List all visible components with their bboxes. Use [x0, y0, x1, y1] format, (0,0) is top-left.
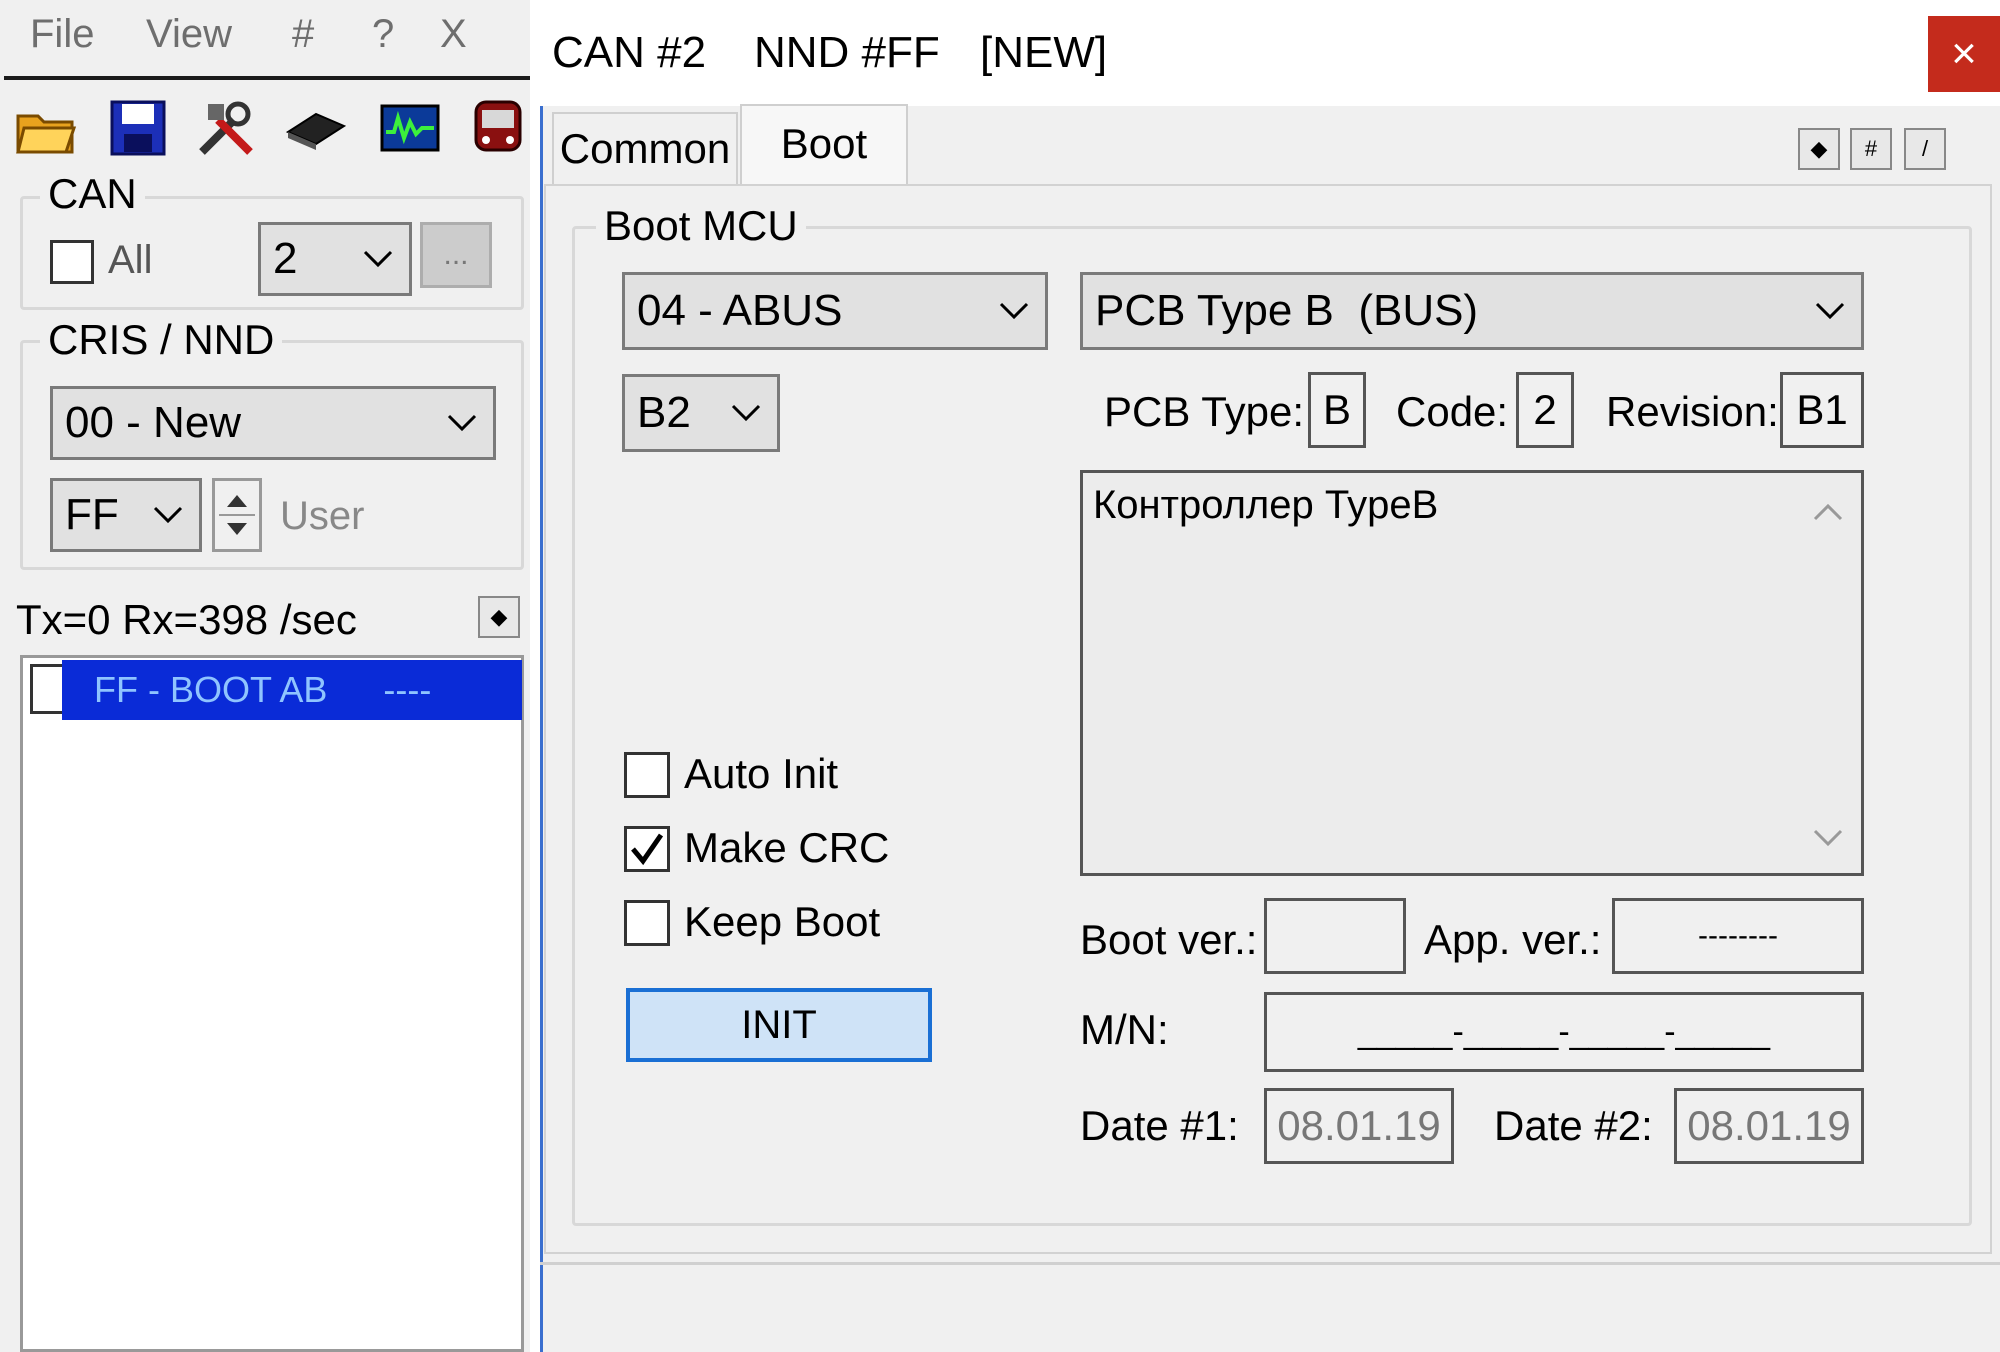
- auto-init-label: Auto Init: [684, 750, 839, 797]
- tool-button-hash[interactable]: #: [1850, 128, 1892, 170]
- node-spinner[interactable]: [212, 478, 262, 552]
- chevron-down-icon: [447, 414, 477, 432]
- boot-mcu-title: Boot MCU: [596, 202, 806, 250]
- boot-ver-field: [1264, 898, 1406, 974]
- chevron-down-icon: [731, 404, 761, 422]
- mcu-select[interactable]: 04 - ABUS: [622, 272, 1048, 350]
- menu-view[interactable]: View: [146, 12, 232, 57]
- date2-label: Date #2:: [1494, 1102, 1653, 1149]
- can-all-label: All: [108, 238, 153, 282]
- keep-boot-checkbox[interactable]: [624, 900, 670, 946]
- description-textarea[interactable]: Контроллер TypeB: [1080, 470, 1864, 876]
- menu-exit[interactable]: X: [440, 12, 467, 57]
- open-folder-icon[interactable]: [14, 96, 78, 160]
- mn-label: M/N:: [1080, 1006, 1169, 1053]
- user-label: User: [280, 494, 365, 538]
- chevron-down-icon: [363, 250, 393, 268]
- tab-common[interactable]: Common: [552, 112, 738, 184]
- pcb-type-select-value: PCB Type B (BUS): [1095, 286, 1479, 335]
- keep-boot-label: Keep Boot: [684, 898, 881, 945]
- can-all-checkbox[interactable]: [50, 240, 94, 284]
- date1-field[interactable]: 08.01.19: [1264, 1088, 1454, 1164]
- tool-button-diamond[interactable]: ◆: [1798, 128, 1840, 170]
- status-separator: [540, 1262, 2000, 1265]
- init-button[interactable]: INIT: [626, 988, 932, 1062]
- node-row-label: FF - BOOT AB: [94, 669, 328, 710]
- revision-select-value: B2: [637, 388, 691, 437]
- date2-field[interactable]: 08.01.19: [1674, 1088, 1864, 1164]
- revision-select[interactable]: B2: [622, 374, 780, 452]
- revision-label: Revision:: [1606, 388, 1779, 435]
- dialog-title-nnd: NND #FF: [754, 28, 940, 77]
- spinner-arrows-icon: [219, 495, 255, 535]
- oscilloscope-icon[interactable]: [378, 96, 442, 160]
- app-ver-label: App. ver.:: [1424, 916, 1602, 963]
- mn-field: _____-_____-_____-_____: [1264, 992, 1864, 1072]
- scroll-up-icon[interactable]: [1813, 503, 1843, 521]
- stats-toggle-button[interactable]: ◆: [478, 596, 520, 638]
- tools-icon[interactable]: [194, 96, 258, 160]
- menu-separator: [4, 76, 530, 80]
- dialog-title-can: CAN #2: [552, 28, 707, 77]
- pcb-type-label: PCB Type:: [1104, 388, 1304, 435]
- menu-help[interactable]: ?: [372, 12, 394, 57]
- chevron-down-icon: [1815, 302, 1845, 320]
- node-row-status: ----: [383, 669, 432, 710]
- pcb-type-field: B: [1308, 372, 1366, 448]
- cris-group-title: CRIS / NND: [40, 316, 283, 364]
- can-channel-value: 2: [273, 234, 298, 283]
- chip-icon[interactable]: [284, 96, 348, 160]
- pcb-type-select[interactable]: PCB Type B (BUS): [1080, 272, 1864, 350]
- main-window-pane: File View # ? X CAN All 2 ... CRIS / NND…: [0, 0, 530, 1352]
- code-label: Code:: [1396, 388, 1509, 435]
- code-field: 2: [1516, 372, 1574, 448]
- bus-icon[interactable]: [466, 96, 530, 160]
- date1-label: Date #1:: [1080, 1102, 1239, 1149]
- make-crc-checkbox[interactable]: [624, 826, 670, 872]
- menu-hash[interactable]: #: [292, 12, 314, 57]
- can-group-title: CAN: [40, 170, 145, 218]
- make-crc-label: Make CRC: [684, 824, 890, 871]
- scroll-down-icon[interactable]: [1813, 829, 1843, 847]
- can-channel-select[interactable]: 2: [258, 222, 412, 296]
- device-value: 00 - New: [65, 398, 242, 447]
- tx-rx-stats: Tx=0 Rx=398 /sec: [16, 596, 357, 643]
- dialog-title-state: [NEW]: [980, 28, 1108, 77]
- save-disk-icon[interactable]: [106, 96, 170, 160]
- node-select[interactable]: FF: [50, 478, 202, 552]
- chevron-down-icon: [153, 506, 183, 524]
- menu-file[interactable]: File: [30, 12, 94, 57]
- auto-init-checkbox[interactable]: [624, 752, 670, 798]
- can-browse-button[interactable]: ...: [420, 222, 492, 288]
- close-button[interactable]: ×: [1928, 16, 2000, 92]
- revision-field: B1: [1780, 372, 1864, 448]
- boot-ver-label: Boot ver.:: [1080, 916, 1258, 963]
- node-list: [20, 655, 524, 1352]
- tab-boot[interactable]: Boot: [740, 104, 908, 186]
- tool-button-slash[interactable]: /: [1904, 128, 1946, 170]
- list-item[interactable]: FF - BOOT AB ----: [62, 660, 522, 720]
- device-select[interactable]: 00 - New: [50, 386, 496, 460]
- mcu-value: 04 - ABUS: [637, 286, 843, 335]
- description-text: Контроллер TypeB: [1093, 483, 1439, 527]
- node-value: FF: [65, 490, 119, 539]
- checkmark-icon: [631, 833, 664, 866]
- chevron-down-icon: [999, 302, 1029, 320]
- app-ver-field: --------: [1612, 898, 1864, 974]
